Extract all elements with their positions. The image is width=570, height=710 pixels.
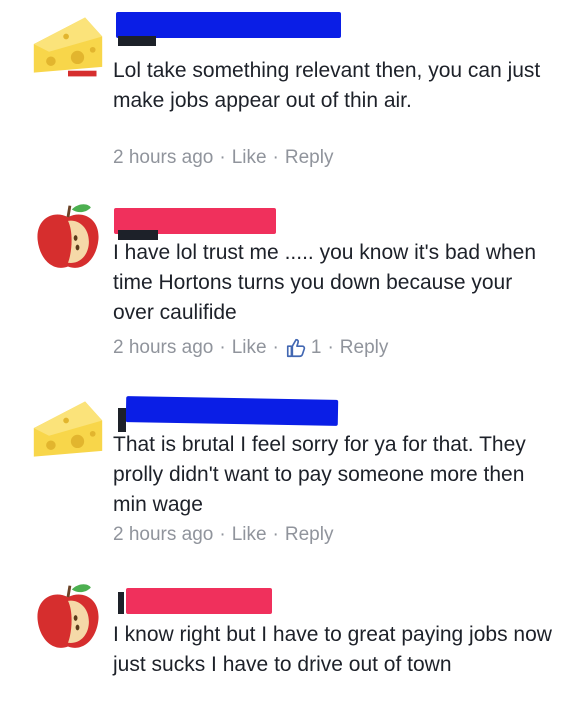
like-button[interactable]: Like bbox=[232, 337, 267, 359]
comment-text: That is brutal I feel sorry for ya for t… bbox=[113, 433, 526, 516]
separator-dot: · bbox=[219, 147, 226, 168]
timestamp[interactable]: 2 hours ago bbox=[113, 524, 213, 546]
separator-dot: · bbox=[327, 337, 334, 358]
reply-button[interactable]: Reply bbox=[285, 147, 334, 169]
thumbs-up-icon[interactable] bbox=[285, 337, 307, 359]
author-name-fragment bbox=[118, 592, 124, 614]
author-name-redacted[interactable] bbox=[126, 588, 272, 614]
comment-item: I know right but I have to great paying … bbox=[0, 572, 570, 710]
timestamp[interactable]: 2 hours ago bbox=[113, 337, 213, 359]
comment-item: I have lol trust me ..... you know it's … bbox=[0, 196, 570, 385]
separator-dot: · bbox=[219, 337, 226, 358]
reply-button[interactable]: Reply bbox=[340, 337, 389, 359]
author-name-redacted[interactable] bbox=[116, 12, 341, 38]
author-name-fragment bbox=[118, 408, 126, 432]
author-name-fragment bbox=[118, 36, 156, 46]
separator-dot: · bbox=[272, 147, 279, 168]
cheese-icon[interactable] bbox=[30, 392, 106, 468]
comment-text: Lol take something relevant then, you ca… bbox=[113, 59, 541, 112]
author-name-redacted[interactable] bbox=[125, 396, 339, 426]
comment-meta: 2 hours ago · Like · Reply bbox=[113, 147, 333, 169]
separator-dot: · bbox=[272, 524, 279, 545]
reply-button[interactable]: Reply bbox=[285, 524, 334, 546]
comment-text: I know right but I have to great paying … bbox=[113, 623, 552, 676]
apple-icon[interactable] bbox=[30, 580, 106, 656]
apple-icon[interactable] bbox=[30, 200, 106, 276]
comment-item: Lol take something relevant then, you ca… bbox=[0, 0, 570, 197]
cheese-icon[interactable] bbox=[30, 8, 106, 84]
comment-item: That is brutal I feel sorry for ya for t… bbox=[0, 384, 570, 573]
like-count[interactable]: 1 bbox=[311, 337, 322, 359]
like-button[interactable]: Like bbox=[232, 524, 267, 546]
separator-dot: · bbox=[272, 337, 279, 358]
comment-meta: 2 hours ago · Like · 1 · Reply bbox=[113, 337, 388, 359]
comment-text: I have lol trust me ..... you know it's … bbox=[113, 241, 537, 324]
comment-meta: 2 hours ago · Like · Reply bbox=[113, 524, 333, 546]
like-button[interactable]: Like bbox=[232, 147, 267, 169]
separator-dot: · bbox=[219, 524, 226, 545]
timestamp[interactable]: 2 hours ago bbox=[113, 147, 213, 169]
